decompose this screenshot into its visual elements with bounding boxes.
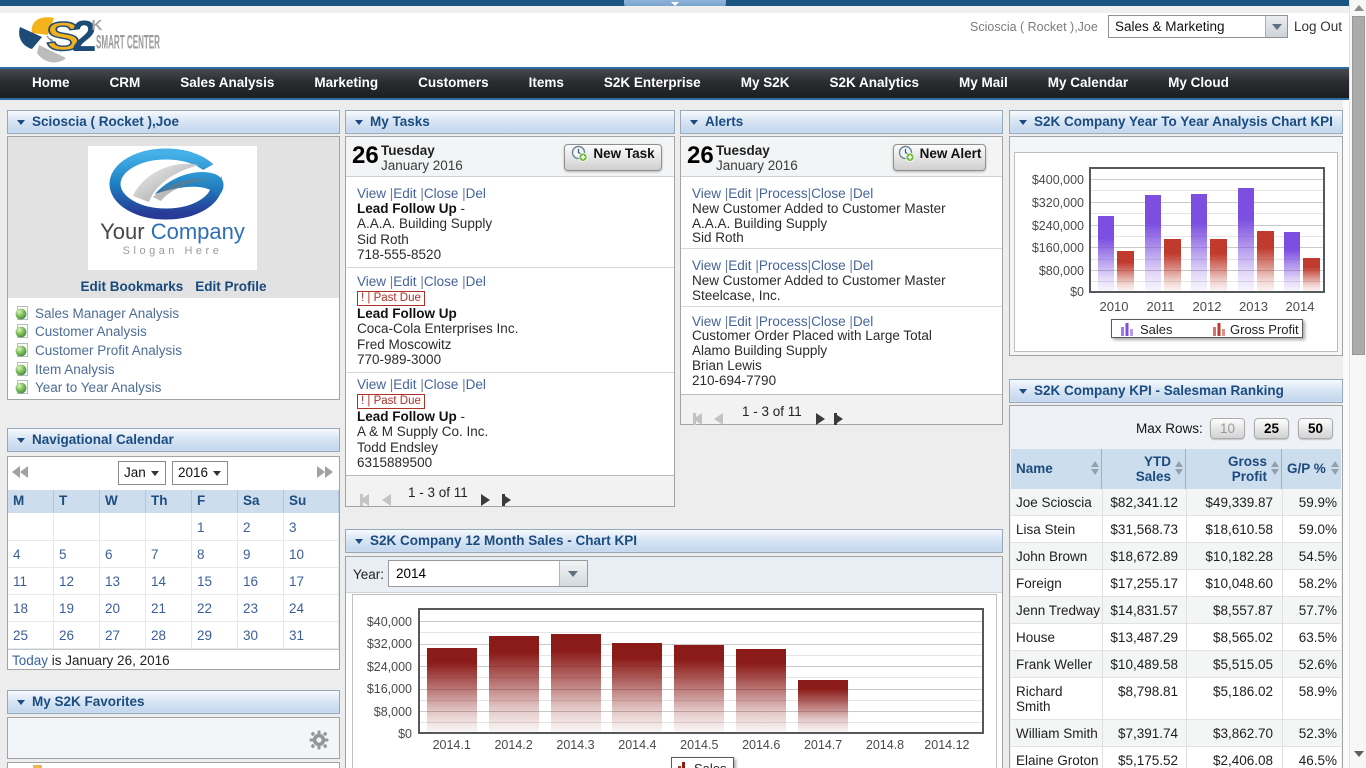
svg-text:SMART CENTER: SMART CENTER — [96, 32, 160, 53]
svg-text:K: K — [92, 17, 103, 34]
